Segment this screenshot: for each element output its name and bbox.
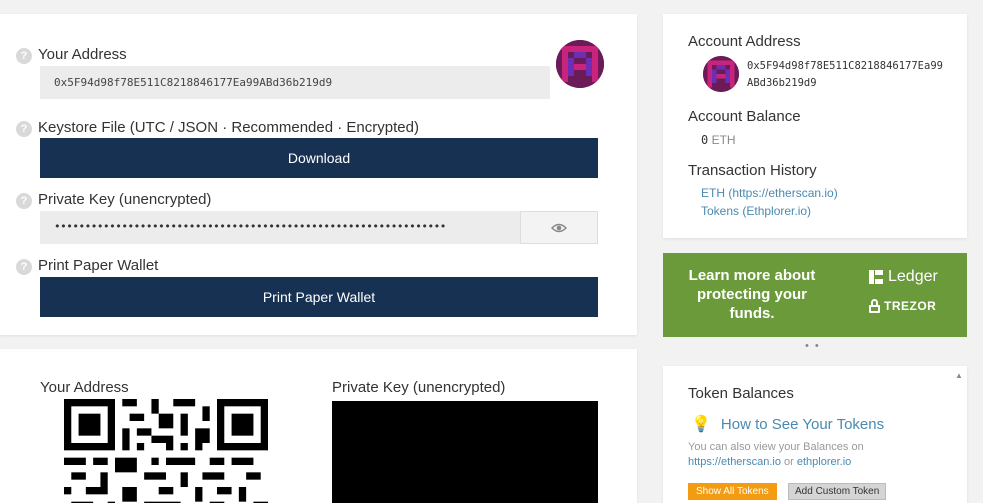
address-field[interactable]: 0x5F94d98f78E511C8218846177Ea99ABd36b219…	[40, 66, 550, 99]
token-balances-title: Token Balances	[688, 385, 794, 402]
qr-address-label: Your Address	[40, 379, 129, 396]
help-icon[interactable]: ?	[16, 259, 32, 275]
eye-icon	[551, 223, 567, 232]
ledger-logo[interactable]: Ledger	[869, 268, 938, 286]
how-to-see-tokens-row[interactable]: 💡 How to See Your Tokens	[691, 414, 884, 434]
etherscan-desc-link[interactable]: https://etherscan.io	[688, 456, 781, 468]
transaction-history-title: Transaction History	[688, 162, 817, 179]
print-paper-wallet-button[interactable]: Print Paper Wallet	[40, 277, 598, 317]
ethplorer-link[interactable]: Tokens (Ethplorer.io)	[701, 204, 811, 218]
how-to-see-tokens-link[interactable]: How to See Your Tokens	[721, 416, 884, 433]
account-identicon	[703, 56, 739, 92]
ethplorer-desc-link[interactable]: ethplorer.io	[797, 456, 851, 468]
token-desc-prefix: You can also view your Balances on	[688, 441, 864, 453]
token-description: You can also view your Balances on https…	[688, 440, 908, 470]
identicon-avatar	[556, 40, 604, 88]
show-all-tokens-button[interactable]: Show All Tokens	[688, 483, 777, 500]
private-key-label: Private Key (unencrypted)	[38, 191, 212, 208]
balance-unit: ETH	[711, 133, 736, 147]
account-address-title: Account Address	[688, 33, 801, 50]
ledger-icon	[869, 270, 883, 284]
add-custom-token-button[interactable]: Add Custom Token	[788, 483, 887, 500]
private-key-field[interactable]: ••••••••••••••••••••••••••••••••••••••••…	[40, 211, 520, 244]
help-icon[interactable]: ?	[16, 193, 32, 209]
security-promo-banner[interactable]: Learn more about protecting your funds. …	[663, 253, 967, 337]
carousel-dots[interactable]: ••	[805, 340, 825, 352]
your-address-label-row: ? Your Address	[16, 45, 127, 64]
account-balance-title: Account Balance	[688, 108, 801, 125]
lock-icon	[869, 299, 880, 313]
keystore-label-row: ? Keystore File (UTC / JSON · Recommende…	[16, 118, 419, 137]
token-desc-or: or	[784, 456, 794, 468]
account-address: 0x5F94d98f78E511C8218846177Ea99ABd36b219…	[747, 60, 943, 89]
identicon-icon	[556, 40, 604, 88]
scroll-up-arrow-icon[interactable]: ▲	[955, 371, 963, 380]
help-icon[interactable]: ?	[16, 48, 32, 64]
trezor-logo[interactable]: TREZOR	[869, 299, 936, 313]
address-qr-code	[64, 399, 268, 503]
etherscan-link[interactable]: ETH (https://etherscan.io)	[701, 186, 838, 200]
account-balance: 0 ETH	[701, 133, 736, 147]
wallet-info-panel: ? Your Address 0x5F94d98f78E511C82188461…	[0, 14, 637, 335]
download-button[interactable]: Download	[40, 138, 598, 178]
help-icon[interactable]: ?	[16, 121, 32, 137]
qr-private-key-label: Private Key (unencrypted)	[332, 379, 506, 396]
print-label-row: ? Print Paper Wallet	[16, 256, 158, 275]
token-balances-panel: Token Balances 💡 How to See Your Tokens …	[663, 366, 967, 503]
account-panel: Account Address 0x5F94d98f78E511C8218846…	[663, 14, 967, 238]
paper-wallet-panel: Your Address Private Key (unencrypted)	[0, 349, 637, 503]
private-key-qr-code	[332, 401, 598, 503]
toggle-visibility-button[interactable]	[520, 211, 598, 244]
keystore-label: Keystore File (UTC / JSON · Recommended …	[38, 119, 419, 136]
your-address-label: Your Address	[38, 46, 127, 63]
identicon-icon	[703, 56, 739, 92]
ledger-label: Ledger	[888, 268, 938, 285]
trezor-label: TREZOR	[884, 299, 937, 313]
private-key-label-row: ? Private Key (unencrypted)	[16, 190, 211, 209]
print-label: Print Paper Wallet	[38, 257, 159, 274]
lightbulb-icon: 💡	[691, 416, 711, 433]
promo-text: Learn more about protecting your funds.	[688, 267, 816, 322]
balance-value: 0	[701, 133, 709, 147]
